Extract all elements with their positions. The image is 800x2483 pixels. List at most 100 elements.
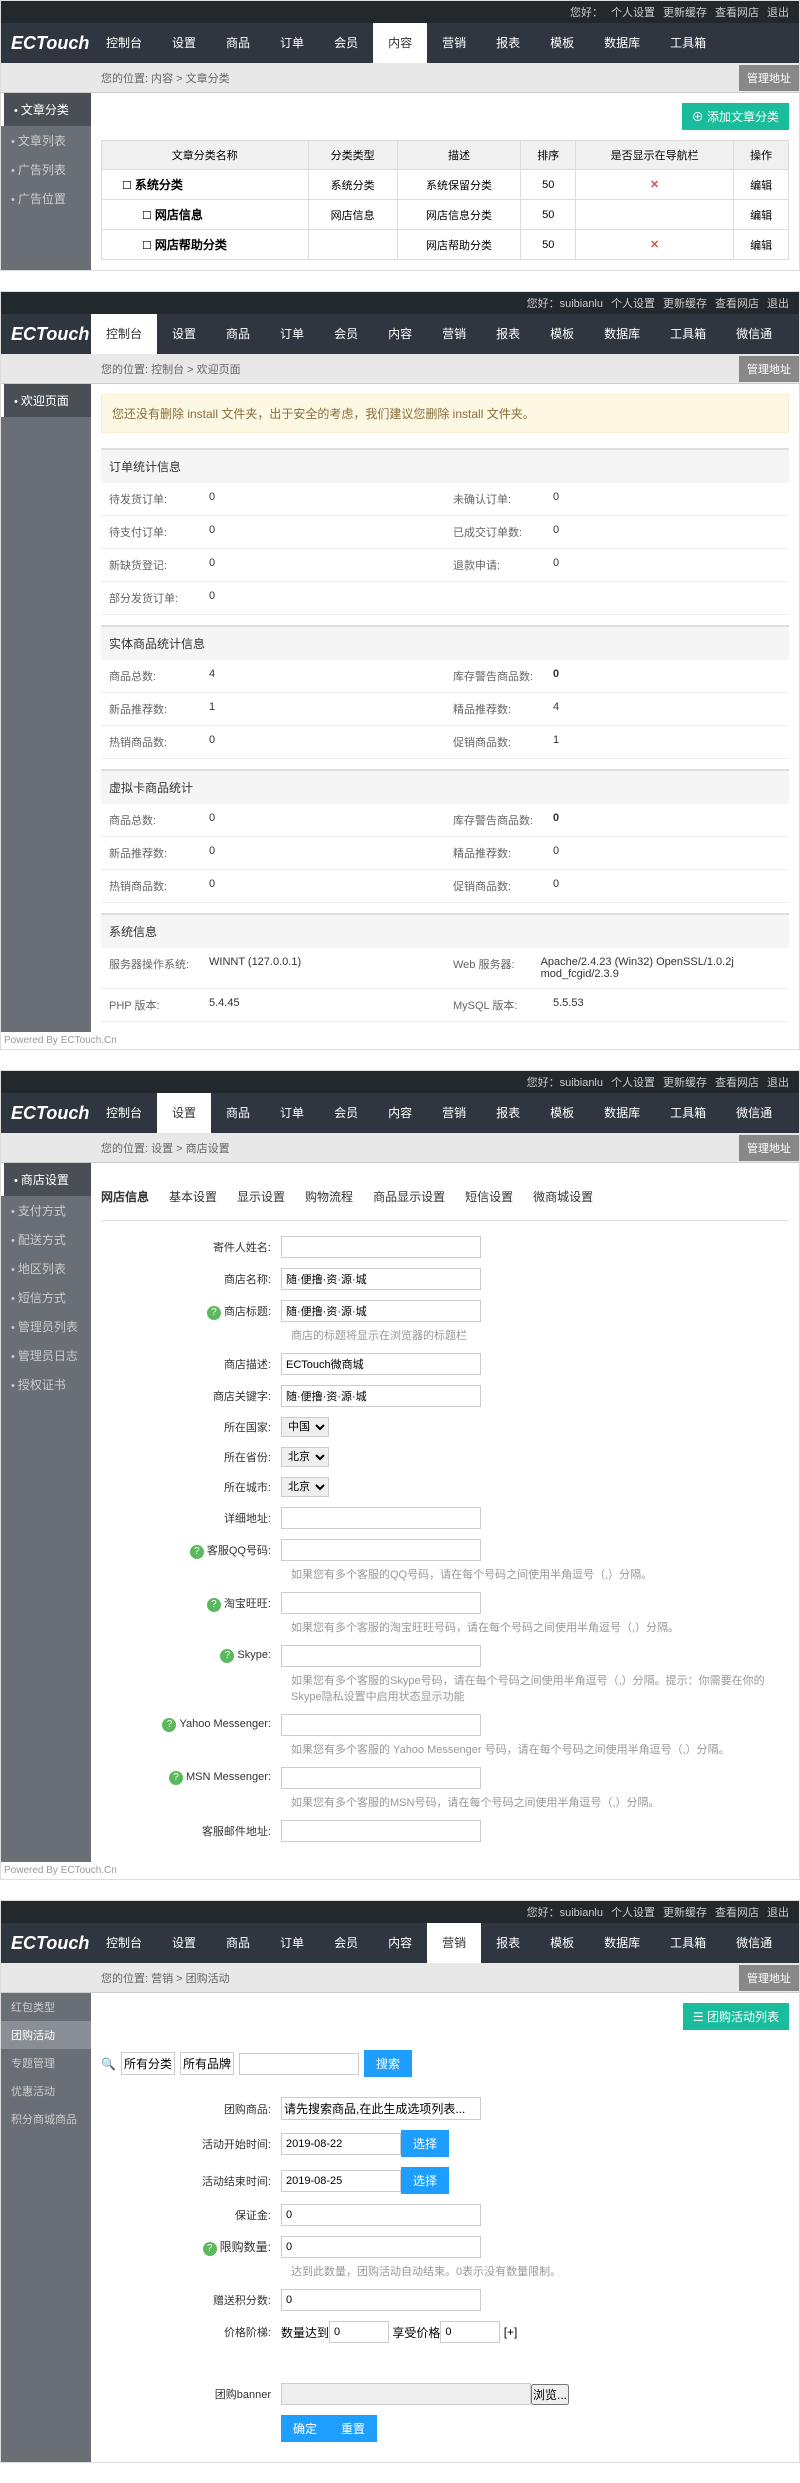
sidebar-item[interactable]: • 短信方式 — [1, 1283, 91, 1312]
nav-database[interactable]: 数据库 — [589, 1093, 655, 1133]
qty-input[interactable] — [329, 2321, 389, 2343]
input-f11[interactable] — [281, 1592, 481, 1614]
nav-orders[interactable]: 订单 — [265, 23, 319, 63]
admin-button[interactable]: 管理地址 — [739, 1965, 799, 1991]
input-f10[interactable] — [281, 1539, 481, 1561]
nav-database[interactable]: 数据库 — [589, 1923, 655, 1963]
admin-button[interactable]: 管理地址 — [739, 356, 799, 382]
pick-start-button[interactable]: 选择 — [401, 2130, 449, 2157]
tab-weshop[interactable]: 微商城设置 — [533, 1183, 593, 1210]
points-input[interactable] — [281, 2289, 481, 2311]
nav-marketing[interactable]: 营销 — [427, 23, 481, 63]
nav-wechat[interactable]: 微信通 — [721, 314, 787, 354]
reset-button[interactable]: 重置 — [329, 2415, 377, 2442]
link-cache[interactable]: 更新缓存 — [663, 1904, 707, 1920]
help-icon[interactable]: ? — [207, 1598, 221, 1612]
sidebar-item[interactable]: 红包类型 — [1, 1993, 91, 2021]
table-row[interactable]: ☐ 网店信息网店信息网店信息分类 50编辑 — [102, 200, 789, 230]
input-f5[interactable] — [281, 1385, 481, 1407]
sidebar-item[interactable]: • 管理员列表 — [1, 1312, 91, 1341]
banner-input[interactable] — [281, 2383, 531, 2405]
nav-reports[interactable]: 报表 — [481, 314, 535, 354]
sidebar-item[interactable]: 积分商城商品 — [1, 2105, 91, 2133]
table-row[interactable]: ☐ 系统分类系统分类系统保留分类 50✕编辑 — [102, 170, 789, 200]
input-f1[interactable] — [281, 1236, 481, 1258]
sidebar-item-groupbuy[interactable]: 团购活动 — [1, 2021, 91, 2049]
select-f7[interactable]: 北京 — [281, 1447, 329, 1467]
nav-orders[interactable]: 订单 — [265, 314, 319, 354]
start-date-input[interactable] — [281, 2133, 401, 2155]
nav-goods[interactable]: 商品 — [211, 1923, 265, 1963]
input-f15[interactable] — [281, 1820, 481, 1842]
price-input[interactable] — [440, 2321, 500, 2343]
link-logout[interactable]: 退出 — [767, 295, 789, 311]
nav-goods[interactable]: 商品 — [211, 314, 265, 354]
sidebar-item-articles[interactable]: • 文章列表 — [1, 126, 91, 155]
link-logout[interactable]: 退出 — [767, 1074, 789, 1090]
sidebar-item[interactable]: • 配送方式 — [1, 1225, 91, 1254]
nav-templates[interactable]: 模板 — [535, 1923, 589, 1963]
nav-tools[interactable]: 工具箱 — [655, 23, 721, 63]
brand-select[interactable]: 所有品牌 — [180, 2052, 234, 2075]
link-logout[interactable]: 退出 — [767, 1904, 789, 1920]
nav-content[interactable]: 内容 — [373, 23, 427, 63]
help-icon[interactable]: ? — [190, 1545, 204, 1559]
search-button[interactable]: 搜索 — [364, 2050, 412, 2077]
sidebar-item[interactable]: • 地区列表 — [1, 1254, 91, 1283]
nav-content[interactable]: 内容 — [373, 1923, 427, 1963]
nav-settings[interactable]: 设置 — [157, 1923, 211, 1963]
nav-marketing[interactable]: 营销 — [427, 1093, 481, 1133]
nav-settings[interactable]: 设置 — [157, 1093, 211, 1133]
input-f9[interactable] — [281, 1507, 481, 1529]
link-cache[interactable]: 更新缓存 — [663, 295, 707, 311]
nav-members[interactable]: 会员 — [319, 314, 373, 354]
tab-shopinfo[interactable]: 网店信息 — [101, 1183, 149, 1210]
nav-database[interactable]: 数据库 — [589, 23, 655, 63]
admin-button[interactable]: 管理地址 — [739, 65, 799, 91]
nav-members[interactable]: 会员 — [319, 1093, 373, 1133]
sidebar-item[interactable]: 专题管理 — [1, 2049, 91, 2077]
link-shop[interactable]: 查看网店 — [715, 1074, 759, 1090]
nav-content[interactable]: 内容 — [373, 314, 427, 354]
nav-reports[interactable]: 报表 — [481, 1093, 535, 1133]
browse-button[interactable]: 浏览... — [531, 2384, 569, 2405]
nav-orders[interactable]: 订单 — [265, 1093, 319, 1133]
tab-shopping[interactable]: 购物流程 — [305, 1183, 353, 1210]
tab-display[interactable]: 显示设置 — [237, 1183, 285, 1210]
nav-reports[interactable]: 报表 — [481, 1923, 535, 1963]
link-cache[interactable]: 更新缓存 — [663, 1074, 707, 1090]
nav-wechat[interactable]: 微信通 — [721, 1923, 787, 1963]
input-f14[interactable] — [281, 1767, 481, 1789]
link-shop[interactable]: 查看网店 — [715, 295, 759, 311]
nav-console[interactable]: 控制台 — [91, 1093, 157, 1133]
select-f8[interactable]: 北京 — [281, 1477, 329, 1497]
sidebar-item-ads[interactable]: • 广告列表 — [1, 155, 91, 184]
list-button[interactable]: ☰ 团购活动列表 — [683, 2003, 789, 2030]
select-f6[interactable]: 中国 — [281, 1417, 329, 1437]
add-category-button[interactable]: ⊕ 添加文章分类 — [682, 103, 789, 130]
nav-goods[interactable]: 商品 — [211, 23, 265, 63]
nav-orders[interactable]: 订单 — [265, 1923, 319, 1963]
help-icon[interactable]: ? — [220, 1649, 234, 1663]
nav-tools[interactable]: 工具箱 — [655, 1093, 721, 1133]
help-icon[interactable]: ? — [169, 1771, 183, 1785]
end-date-input[interactable] — [281, 2170, 401, 2192]
nav-reports[interactable]: 报表 — [481, 23, 535, 63]
input-f3[interactable] — [281, 1300, 481, 1322]
sidebar-item[interactable]: • 授权证书 — [1, 1370, 91, 1399]
nav-marketing[interactable]: 营销 — [427, 1923, 481, 1963]
admin-button[interactable]: 管理地址 — [739, 1135, 799, 1161]
nav-templates[interactable]: 模板 — [535, 23, 589, 63]
nav-templates[interactable]: 模板 — [535, 314, 589, 354]
link-profile[interactable]: 个人设置 — [611, 4, 655, 20]
nav-settings[interactable]: 设置 — [157, 23, 211, 63]
nav-marketing[interactable]: 营销 — [427, 314, 481, 354]
link-profile[interactable]: 个人设置 — [611, 1074, 655, 1090]
limit-input[interactable] — [281, 2236, 481, 2258]
submit-button[interactable]: 确定 — [281, 2415, 329, 2442]
sidebar-item[interactable]: • 支付方式 — [1, 1196, 91, 1225]
link-shop[interactable]: 查看网店 — [715, 1904, 759, 1920]
nav-templates[interactable]: 模板 — [535, 1093, 589, 1133]
goods-select[interactable]: 请先搜索商品,在此生成选项列表... — [281, 2097, 481, 2120]
nav-tools[interactable]: 工具箱 — [655, 1923, 721, 1963]
